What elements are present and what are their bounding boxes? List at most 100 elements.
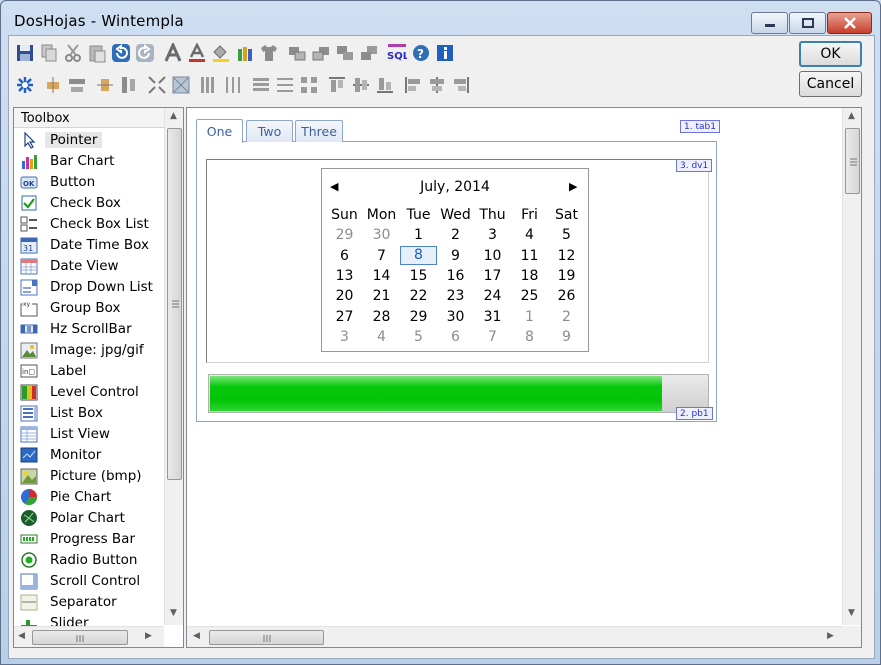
align-right-button[interactable] <box>449 73 472 97</box>
calendar-day[interactable]: 6 <box>437 329 474 345</box>
toolbox-item-progress-bar[interactable]: Progress Bar <box>14 528 164 549</box>
next-month-icon[interactable]: ▶ <box>569 180 577 193</box>
expand-button[interactable] <box>169 73 192 97</box>
copy-button[interactable] <box>37 41 60 65</box>
toolbox-item-bar-chart[interactable]: Bar Chart <box>14 150 164 171</box>
align-bottom-button[interactable] <box>373 73 396 97</box>
calendar-day[interactable]: 9 <box>548 329 585 345</box>
calendar-day[interactable]: 11 <box>511 248 548 264</box>
surface-horizontal-scrollbar[interactable]: ◀ ▶ <box>187 626 842 647</box>
calendar-day[interactable]: 15 <box>400 268 437 284</box>
toolbox-item-drop-down-list[interactable]: Drop Down List <box>14 276 164 297</box>
toolbox-item-radio-button[interactable]: Radio Button <box>14 549 164 570</box>
toolbox-item-separator[interactable]: Separator <box>14 591 164 612</box>
calendar-day[interactable]: 24 <box>474 288 511 304</box>
toolbox-item-level-control[interactable]: Level Control <box>14 381 164 402</box>
minimize-button[interactable] <box>751 12 788 34</box>
columns-equal-button[interactable] <box>221 73 244 97</box>
calendar-day[interactable]: 25 <box>511 288 548 304</box>
calendar-day[interactable]: 3 <box>326 329 363 345</box>
scroll-right-icon[interactable]: ▶ <box>145 631 152 641</box>
toolbox-item-monitor[interactable]: Monitor <box>14 444 164 465</box>
close-window-button[interactable] <box>827 12 872 34</box>
toolbox-item-group-box[interactable]: xy Group Box <box>14 297 164 318</box>
toolbox-vertical-scrollbar[interactable]: ▲ ▼ <box>164 108 183 625</box>
undo-button[interactable] <box>109 41 132 65</box>
align-middle-button[interactable] <box>349 73 372 97</box>
design-surface[interactable]: One Two Three 1. tab1 3. dv1 ◀ July, 201… <box>186 107 862 648</box>
font-color-button[interactable] <box>185 41 208 65</box>
cancel-button[interactable]: Cancel <box>799 71 862 97</box>
calendar-day[interactable]: 14 <box>363 268 400 284</box>
sql-button[interactable]: SQL <box>385 41 408 65</box>
calendar-day[interactable]: 22 <box>400 288 437 304</box>
toolbox-item-date-time-box[interactable]: 31 Date Time Box <box>14 234 164 255</box>
backward-button[interactable] <box>357 41 380 65</box>
calendar-day[interactable]: 3 <box>474 227 511 243</box>
toolbox-item-button[interactable]: OK Button <box>14 171 164 192</box>
calendar-day[interactable]: 7 <box>363 248 400 264</box>
toolbox-item-pie-chart[interactable]: Pie Chart <box>14 486 164 507</box>
scroll-left-icon[interactable]: ◀ <box>18 631 25 641</box>
calendar-day[interactable]: 17 <box>474 268 511 284</box>
pencils-button[interactable] <box>233 41 256 65</box>
calendar-day[interactable]: 8 <box>511 329 548 345</box>
toolbox-item-label[interactable]: in□ Label <box>14 360 164 381</box>
calendar-day[interactable]: 5 <box>400 329 437 345</box>
toolbox-item-pointer[interactable]: Pointer <box>14 129 164 150</box>
scroll-up-icon[interactable]: ▲ <box>848 111 855 121</box>
surface-scroll-thumb[interactable] <box>845 128 860 194</box>
calendar-day[interactable]: 29 <box>326 227 363 243</box>
calendar-day[interactable]: 16 <box>437 268 474 284</box>
toolbox-item-list-box[interactable]: List Box <box>14 402 164 423</box>
shrink-button[interactable] <box>145 73 168 97</box>
toolbox-hscroll-thumb[interactable] <box>32 630 128 645</box>
toolbox-item-list-view[interactable]: List View <box>14 423 164 444</box>
toolbox-item-image-jpg-gif[interactable]: Image: jpg/gif <box>14 339 164 360</box>
calendar-day[interactable]: 4 <box>511 227 548 243</box>
scroll-left-icon[interactable]: ◀ <box>193 631 200 641</box>
info-button[interactable] <box>433 41 456 65</box>
scroll-up-icon[interactable]: ▲ <box>170 111 177 121</box>
calendar-day[interactable]: 2 <box>437 227 474 243</box>
calendar-day[interactable]: 27 <box>326 309 363 325</box>
tab-two[interactable]: Two <box>246 120 293 142</box>
calendar-day[interactable]: 4 <box>363 329 400 345</box>
columns-button[interactable] <box>197 73 220 97</box>
calendar-day[interactable]: 26 <box>548 288 585 304</box>
calendar-day[interactable]: 13 <box>326 268 363 284</box>
center-horizontal-button[interactable] <box>41 73 64 97</box>
calendar-day[interactable]: 2 <box>548 309 585 325</box>
forward-button[interactable] <box>333 41 356 65</box>
calendar-day[interactable]: 9 <box>437 248 474 264</box>
calendar-day[interactable]: 31 <box>474 309 511 325</box>
toolbox-item-date-view[interactable]: Date View <box>14 255 164 276</box>
shirt-button[interactable] <box>257 41 280 65</box>
space-horizontal-button[interactable] <box>65 73 88 97</box>
calendar-day[interactable]: 21 <box>363 288 400 304</box>
scroll-down-icon[interactable]: ▼ <box>848 608 855 618</box>
calendar-day[interactable]: 30 <box>363 227 400 243</box>
align-center-button[interactable] <box>425 73 448 97</box>
scroll-right-icon[interactable]: ▶ <box>827 631 834 641</box>
maximize-button[interactable] <box>789 12 826 34</box>
space-vertical-button[interactable] <box>117 73 140 97</box>
tab-three[interactable]: Three <box>295 120 343 142</box>
calendar-day[interactable]: 8 <box>400 246 437 266</box>
toolbox-scroll-thumb[interactable] <box>167 128 182 480</box>
calendar-day[interactable]: 10 <box>474 248 511 264</box>
toolbox-item-polar-chart[interactable]: Polar Chart <box>14 507 164 528</box>
cut-button[interactable] <box>61 41 84 65</box>
tab-order-button[interactable] <box>13 73 36 97</box>
calendar-day[interactable]: 1 <box>511 309 548 325</box>
toolbox-item-hz-scrollbar[interactable]: Hz ScrollBar <box>14 318 164 339</box>
rows-button[interactable] <box>249 73 272 97</box>
redo-button[interactable] <box>133 41 156 65</box>
surface-hscroll-thumb[interactable] <box>209 630 324 645</box>
calendar-day[interactable]: 7 <box>474 329 511 345</box>
ok-button[interactable]: OK <box>799 41 862 67</box>
center-vertical-button[interactable] <box>93 73 116 97</box>
calendar-day[interactable]: 20 <box>326 288 363 304</box>
font-button[interactable] <box>161 41 184 65</box>
help-button[interactable]: ? <box>409 41 432 65</box>
